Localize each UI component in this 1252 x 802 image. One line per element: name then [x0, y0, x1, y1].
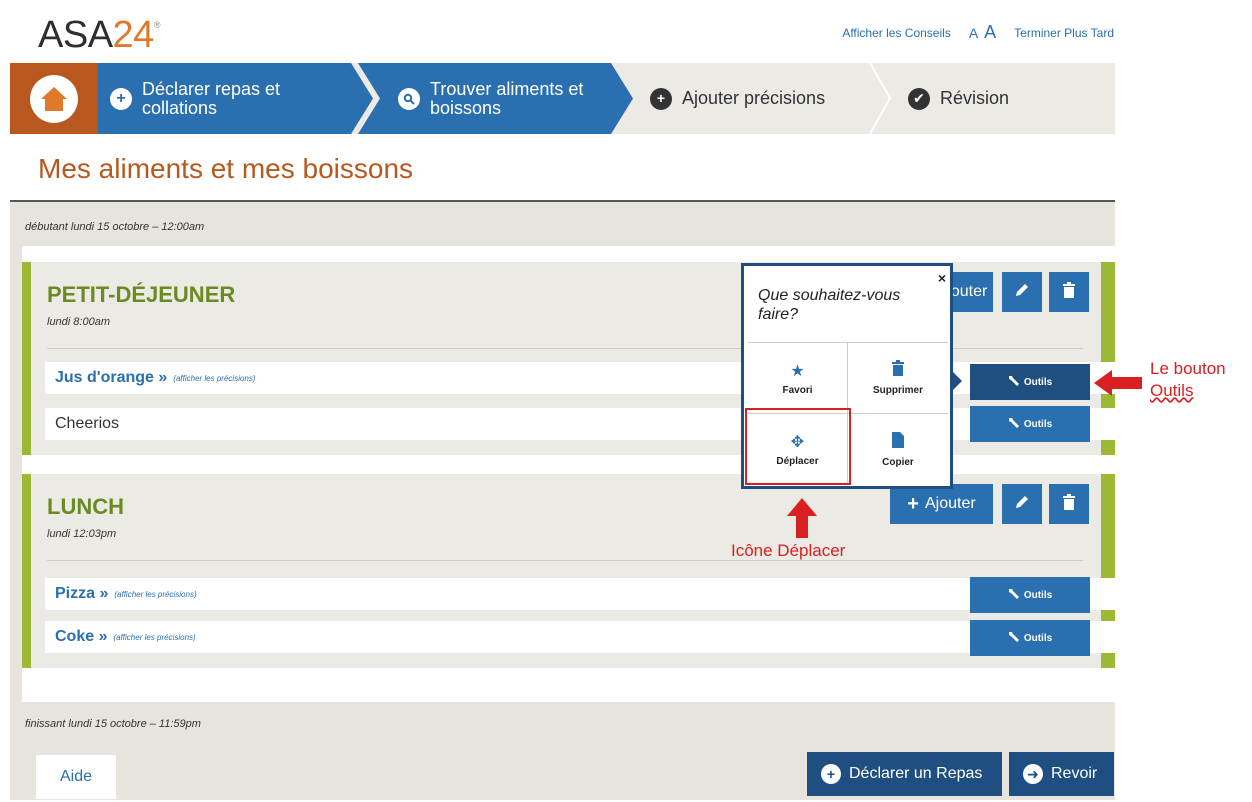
- wrench-icon: [1008, 417, 1020, 432]
- divider: [47, 560, 1083, 561]
- move-option-highlight: [745, 408, 851, 485]
- popup-question: Que souhaitez-vous faire?: [758, 287, 901, 323]
- font-large-button[interactable]: A: [984, 22, 996, 43]
- progress-steps-bar: + Déclarer repas et collations Trouver a…: [10, 63, 1115, 134]
- tools-label: Outils: [1023, 632, 1053, 644]
- trash-icon: [891, 360, 905, 381]
- option-label: Copier: [882, 456, 914, 468]
- step-label: Ajouter précisions: [682, 88, 826, 108]
- food-item-coke: Coke » (afficher les précisions): [45, 621, 1115, 653]
- logo-text: ASA: [38, 14, 113, 56]
- trash-icon: [1062, 281, 1076, 303]
- food-name-link[interactable]: Jus d'orange »: [55, 369, 167, 387]
- home-button[interactable]: [10, 63, 98, 134]
- food-name: Cheerios: [55, 415, 120, 432]
- delete-meal-button[interactable]: [1049, 272, 1089, 312]
- annotation-arrow-left-icon: [1094, 370, 1142, 396]
- close-icon[interactable]: ×: [938, 270, 946, 286]
- asa24-logo: ASA24®: [38, 14, 160, 57]
- check-circle-icon: ✔: [908, 87, 930, 110]
- delete-meal-button[interactable]: [1049, 484, 1089, 524]
- timeline-start: débutant lundi 15 octobre – 12:00am: [25, 221, 205, 233]
- tools-button-coke[interactable]: Outils: [970, 620, 1090, 656]
- logo-number: 24: [112, 14, 155, 56]
- meal-title: LUNCH: [47, 494, 124, 519]
- plus-circle-icon: +: [821, 764, 841, 784]
- meal-time: lundi 12:03pm: [47, 528, 117, 540]
- step-review[interactable]: ✔ Révision: [880, 63, 1100, 134]
- plus-circle-icon: +: [650, 87, 672, 110]
- copy-option[interactable]: Copier: [848, 414, 948, 485]
- arrow-right-circle-icon: ➜: [1023, 764, 1043, 784]
- help-button[interactable]: Aide: [36, 755, 116, 799]
- plus-circle-icon: +: [110, 87, 132, 110]
- annotation-line: Le bouton: [1150, 359, 1226, 378]
- step-add-details[interactable]: + Ajouter précisions: [630, 63, 880, 134]
- star-icon: ★: [790, 362, 805, 380]
- tools-button-annotation: Le bouton Outils: [1150, 358, 1226, 402]
- add-food-button-lunch[interactable]: + Ajouter: [890, 484, 993, 524]
- edit-meal-button[interactable]: [1002, 272, 1042, 312]
- food-item-cheerios: Cheerios: [45, 408, 1115, 440]
- food-item-pizza: Pizza » (afficher les précisions): [45, 578, 1115, 610]
- popup-pointer: [953, 372, 962, 390]
- pencil-icon: [1014, 494, 1030, 515]
- delete-option[interactable]: Supprimer: [848, 343, 948, 414]
- wrench-icon: [1008, 588, 1020, 603]
- meal-title: PETIT-DÉJEUNER: [47, 282, 236, 307]
- favorite-option[interactable]: ★ Favori: [748, 343, 848, 414]
- annotation-line: Outils: [1150, 381, 1194, 400]
- wrench-icon: [1008, 375, 1020, 390]
- declare-meal-button[interactable]: + Déclarer un Repas: [807, 752, 1002, 796]
- button-label: Revoir: [1051, 765, 1098, 782]
- option-label: Supprimer: [872, 385, 923, 396]
- review-button[interactable]: ➜ Revoir: [1009, 752, 1114, 796]
- step-find-foods[interactable]: Trouver aliments et boissons: [358, 63, 633, 134]
- food-name-link[interactable]: Coke »: [55, 628, 107, 646]
- tools-label: Outils: [1023, 376, 1053, 388]
- font-small-button[interactable]: A: [969, 25, 978, 41]
- plus-icon: +: [907, 492, 919, 515]
- step-label: Révision: [940, 88, 1010, 108]
- button-label: Déclarer un Repas: [849, 765, 983, 782]
- copy-icon: [892, 431, 904, 453]
- step-declare-meals[interactable]: + Déclarer repas et collations: [98, 63, 373, 134]
- option-label: Favori: [782, 384, 813, 396]
- annotation-arrow-up-icon: [787, 498, 817, 538]
- timeline-end: finissant lundi 15 octobre – 11:59pm: [25, 718, 201, 730]
- page-title: Mes aliments et mes boissons: [38, 153, 414, 184]
- header-links: Afficher les Conseils A A Terminer Plus …: [842, 22, 1114, 43]
- step-label: Trouver aliments et boissons: [430, 78, 584, 118]
- home-icon: [30, 74, 78, 123]
- meal-time: lundi 8:00am: [47, 316, 110, 328]
- show-details-link[interactable]: (afficher les précisions): [114, 590, 196, 599]
- trash-icon: [1062, 493, 1076, 515]
- finish-later-link[interactable]: Terminer Plus Tard: [1014, 26, 1114, 40]
- pencil-icon: [1014, 282, 1030, 303]
- move-icon-annotation: Icône Déplacer: [731, 541, 846, 560]
- tools-button-pizza[interactable]: Outils: [970, 577, 1090, 613]
- food-name-link[interactable]: Pizza »: [55, 585, 108, 603]
- wrench-icon: [1008, 631, 1020, 646]
- tools-button-cheerios[interactable]: Outils: [970, 406, 1090, 442]
- tools-label: Outils: [1023, 418, 1053, 430]
- logo-registered-mark: ®: [153, 20, 161, 30]
- search-icon: [398, 87, 420, 110]
- show-details-link[interactable]: (afficher les précisions): [173, 374, 255, 383]
- tools-button-orange-juice[interactable]: Outils: [970, 364, 1090, 400]
- show-details-link[interactable]: (afficher les précisions): [113, 633, 195, 642]
- add-label: Ajouter: [924, 495, 976, 512]
- step-label: Déclarer repas et collations: [142, 78, 281, 118]
- tools-label: Outils: [1023, 589, 1053, 601]
- edit-meal-button[interactable]: [1002, 484, 1042, 524]
- show-tips-link[interactable]: Afficher les Conseils: [842, 26, 951, 40]
- font-size-controls: A A: [969, 22, 996, 43]
